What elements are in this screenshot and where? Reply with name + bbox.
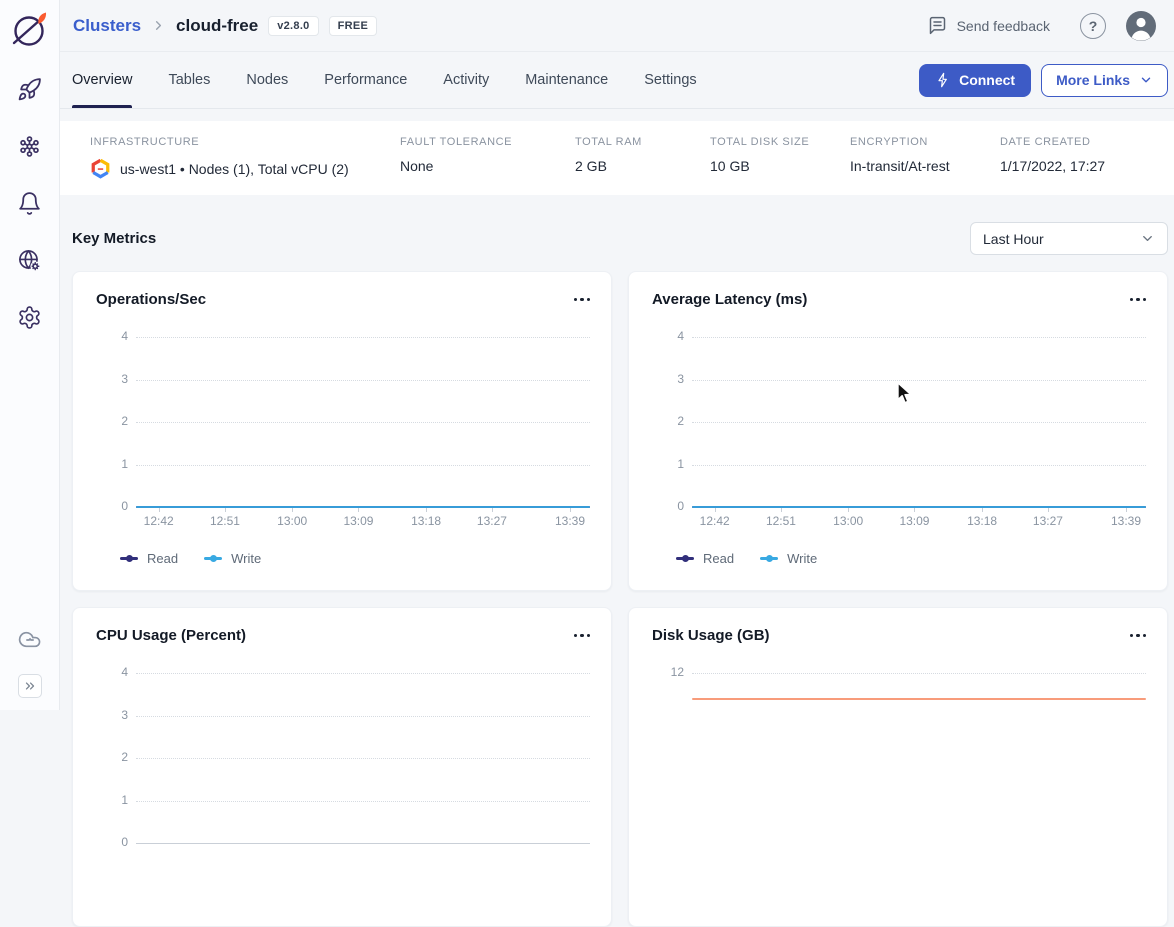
legend-item-read[interactable]: Read	[120, 551, 178, 566]
key-metrics-row: Key Metrics Last Hour	[72, 222, 1168, 255]
tab-list: Overview Tables Nodes Performance Activity Ma…	[72, 52, 733, 108]
info-field-fault-tolerance: FAULT TOLERANCE None	[400, 136, 575, 195]
series-line-write	[692, 506, 1146, 508]
tab-activity[interactable]: Activity	[443, 52, 489, 108]
chart-plot-area: 43210	[692, 337, 1146, 507]
lightning-icon	[935, 72, 951, 88]
chart-title: Operations/Sec	[96, 291, 206, 308]
chart-menu-button[interactable]	[574, 294, 591, 306]
send-feedback-button[interactable]: Send feedback	[927, 15, 1050, 36]
chart-legend: Read Write	[120, 551, 590, 566]
chart-card-latency: Average Latency (ms)4321012:4212:5113:00…	[628, 271, 1168, 591]
info-field-infrastructure: INFRASTRUCTURE us-west1 • Nodes (1), Tot…	[90, 136, 400, 195]
info-field-label: FAULT TOLERANCE	[400, 136, 575, 148]
globe-settings-icon[interactable]	[17, 247, 43, 273]
chart-menu-button[interactable]	[574, 630, 591, 642]
gear-icon[interactable]	[17, 304, 43, 330]
gcp-icon	[90, 158, 111, 179]
tab-tables[interactable]: Tables	[168, 52, 210, 108]
chart-card-cpu: CPU Usage (Percent) 43210	[72, 607, 612, 927]
legend-item-read[interactable]: Read	[676, 551, 734, 566]
send-feedback-label: Send feedback	[957, 18, 1050, 34]
charts-grid: Operations/Sec4321012:4212:5113:0013:091…	[72, 271, 1168, 927]
info-field-value: us-west1 • Nodes (1), Total vCPU (2)	[90, 158, 400, 179]
top-bar: Clusters cloud-free v2.8.0 FREE Send fee…	[60, 0, 1174, 52]
chart-card-disk: Disk Usage (GB) 12	[628, 607, 1168, 927]
series-line-disk	[692, 698, 1146, 700]
info-field-encryption: ENCRYPTION In-transit/At-rest	[850, 136, 1000, 195]
sidebar-nav	[17, 76, 43, 330]
time-range-select[interactable]: Last Hour	[970, 222, 1168, 255]
sidebar-bottom	[17, 626, 43, 698]
connect-button-label: Connect	[959, 72, 1015, 88]
cloud-icon[interactable]	[17, 626, 43, 652]
tab-maintenance[interactable]: Maintenance	[525, 52, 608, 108]
info-field-label: TOTAL DISK SIZE	[710, 136, 850, 148]
breadcrumb-chevron-icon	[151, 18, 166, 33]
chart-plot-area: 12	[692, 673, 1146, 843]
more-links-button[interactable]: More Links	[1041, 64, 1168, 97]
more-links-label: More Links	[1056, 72, 1130, 88]
info-field-value: 2 GB	[575, 158, 710, 174]
info-field-label: ENCRYPTION	[850, 136, 1000, 148]
time-range-value: Last Hour	[983, 231, 1044, 247]
info-bar: INFRASTRUCTURE us-west1 • Nodes (1), Tot…	[60, 121, 1174, 195]
plan-badge: FREE	[329, 16, 378, 36]
chart-title: Disk Usage (GB)	[652, 627, 770, 644]
page-title-cluster-name: cloud-free	[176, 16, 258, 36]
top-right-actions: Send feedback ?	[927, 11, 1156, 41]
tab-performance[interactable]: Performance	[324, 52, 407, 108]
chart-menu-button[interactable]	[1130, 630, 1147, 642]
cluster-network-icon[interactable]	[17, 133, 43, 159]
series-line-write	[136, 506, 590, 508]
main-content: Clusters cloud-free v2.8.0 FREE Send fee…	[60, 0, 1174, 710]
planet-logo[interactable]	[9, 8, 51, 50]
chart-title: Average Latency (ms)	[652, 291, 807, 308]
rocket-icon[interactable]	[17, 76, 43, 102]
info-field-total-disk-size: TOTAL DISK SIZE 10 GB	[710, 136, 850, 195]
info-field-value: 1/17/2022, 17:27	[1000, 158, 1174, 174]
help-icon[interactable]: ?	[1080, 13, 1106, 39]
chart-title: CPU Usage (Percent)	[96, 627, 246, 644]
avatar[interactable]	[1126, 11, 1156, 41]
chart-legend: Read Write	[676, 551, 1146, 566]
tab-bar: Overview Tables Nodes Performance Activity Ma…	[60, 52, 1174, 109]
info-field-value: None	[400, 158, 575, 174]
bell-icon[interactable]	[17, 190, 43, 216]
version-badge: v2.8.0	[268, 16, 318, 36]
chevron-down-icon	[1139, 73, 1153, 87]
tab-settings[interactable]: Settings	[644, 52, 696, 108]
legend-item-write[interactable]: Write	[204, 551, 261, 566]
tab-nodes[interactable]: Nodes	[246, 52, 288, 108]
info-field-total-ram: TOTAL RAM 2 GB	[575, 136, 710, 195]
chart-plot-area: 43210	[136, 337, 590, 507]
connect-button[interactable]: Connect	[919, 64, 1031, 97]
chart-card-ops: Operations/Sec4321012:4212:5113:0013:091…	[72, 271, 612, 591]
legend-item-write[interactable]: Write	[760, 551, 817, 566]
chevron-down-icon	[1140, 231, 1155, 246]
info-field-value: In-transit/At-rest	[850, 158, 1000, 174]
key-metrics-title: Key Metrics	[72, 230, 156, 247]
feedback-bubble-icon	[927, 15, 948, 36]
chart-menu-button[interactable]	[1130, 294, 1147, 306]
expand-sidebar-icon[interactable]	[18, 674, 42, 698]
info-field-date-created: DATE CREATED 1/17/2022, 17:27	[1000, 136, 1174, 195]
sidebar	[0, 0, 60, 710]
info-field-label: TOTAL RAM	[575, 136, 710, 148]
info-field-label: DATE CREATED	[1000, 136, 1174, 148]
breadcrumb-clusters-link[interactable]: Clusters	[73, 16, 141, 36]
tab-overview[interactable]: Overview	[72, 52, 132, 108]
chart-plot-area: 43210	[136, 673, 590, 843]
info-field-label: INFRASTRUCTURE	[90, 136, 400, 148]
info-field-value: 10 GB	[710, 158, 850, 174]
tab-actions: Connect More Links	[919, 52, 1168, 108]
